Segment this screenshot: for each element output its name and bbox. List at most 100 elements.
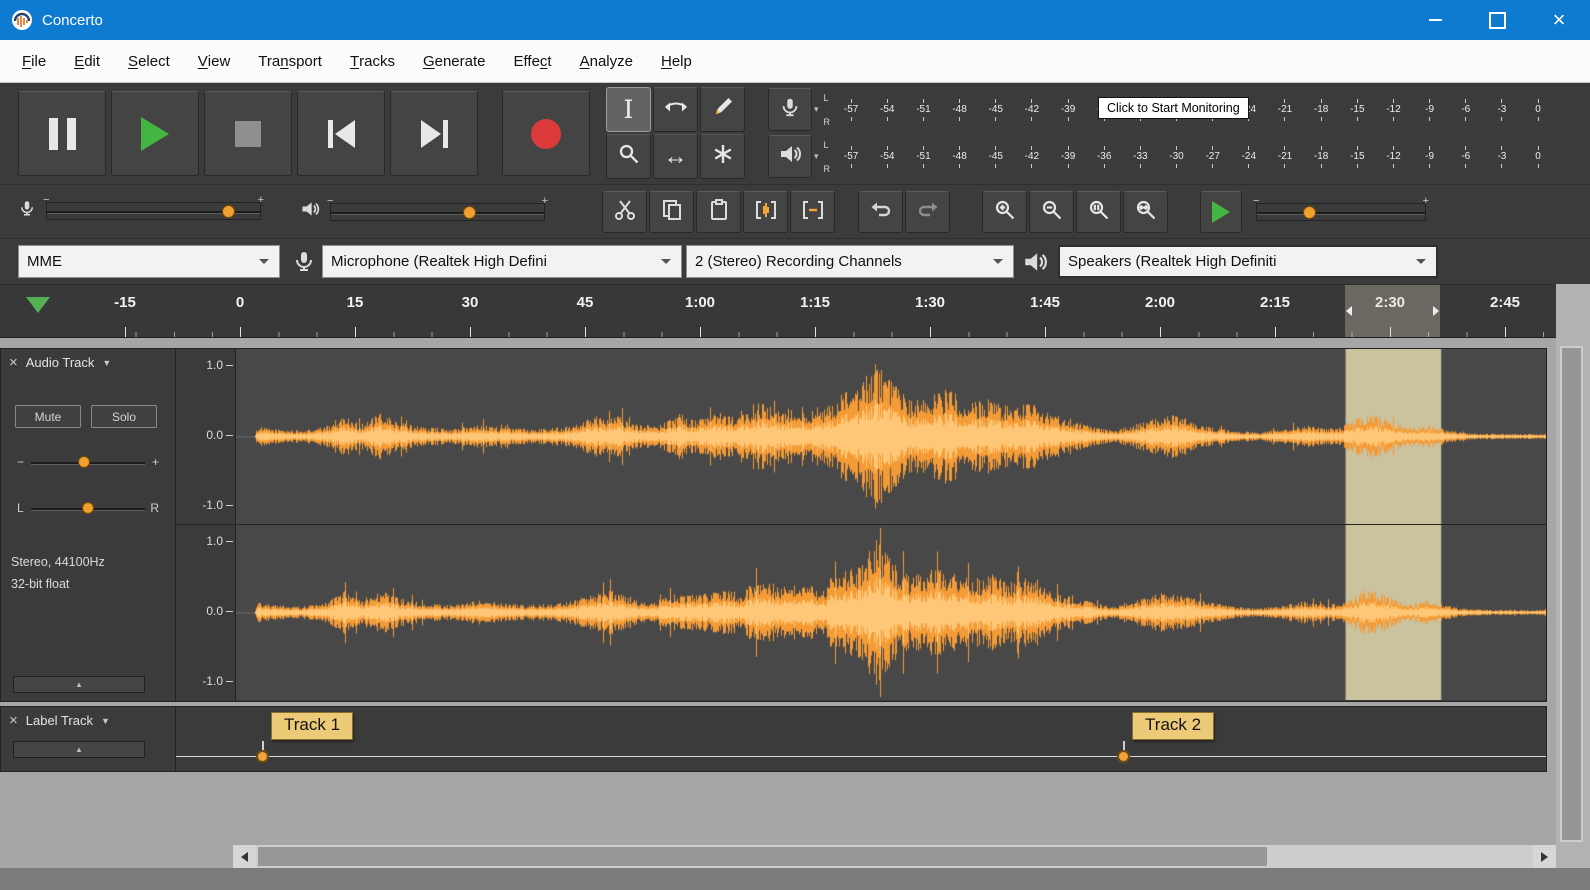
menu-edit[interactable]: Edit [60,40,114,82]
collapse-track-button[interactable]: ▲ [13,741,145,758]
timeshift-tool-button[interactable]: ↔ [653,134,698,179]
slider-handle[interactable] [463,206,476,219]
menu-effect[interactable]: Effect [500,40,566,82]
gain-slider-handle[interactable] [78,456,90,468]
meter-scale-value: -42 [1014,146,1050,168]
recording-volume-slider[interactable]: − + [18,199,261,222]
redo-button[interactable] [905,191,950,233]
menu-transport[interactable]: Transport [244,40,336,82]
audio-track-title[interactable]: Audio Track [26,355,95,370]
horizontal-scrollbar[interactable] [233,845,1556,868]
menu-generate[interactable]: Generate [409,40,500,82]
selection-right-handle-icon[interactable] [1433,306,1439,316]
monitoring-tooltip[interactable]: Click to Start Monitoring [1098,97,1249,119]
playback-volume-slider[interactable]: − + [300,199,545,224]
pan-slider-handle[interactable] [82,502,94,514]
stop-button[interactable] [204,91,292,176]
menu-select[interactable]: Select [114,40,184,82]
play-at-speed-button[interactable] [1200,191,1242,233]
pause-button[interactable] [18,91,106,176]
label-knob-icon[interactable] [1117,750,1130,763]
fit-selection-button[interactable] [1076,191,1121,233]
minimize-button[interactable] [1404,0,1466,40]
menu-help[interactable]: Help [647,40,706,82]
envelope-tool-button[interactable] [653,87,698,132]
menu-file[interactable]: File [8,40,60,82]
channels-combo[interactable]: 2 (Stereo) Recording Channels [686,245,1014,278]
audio-track[interactable]: × Audio Track ▼ Mute Solo − + L R [0,348,1547,702]
mute-button[interactable]: Mute [15,405,81,428]
scroll-right-button[interactable] [1533,845,1556,868]
paste-button[interactable] [696,191,741,233]
ruler-channel-left: 1.00.0-1.0 [176,349,235,524]
gain-slider[interactable]: − + [17,453,159,473]
trim-audio-button[interactable] [743,191,788,233]
multi-tool-button[interactable] [700,134,745,179]
menu-tracks[interactable]: Tracks [336,40,409,82]
label-track-content[interactable]: Track 1 Track 2 [176,707,1546,771]
waveform-channel-right[interactable] [236,525,1546,700]
cut-button[interactable] [602,191,647,233]
meter-channel-labels: L R [821,93,834,127]
solo-button[interactable]: Solo [91,405,157,428]
output-device-combo[interactable]: Speakers (Realtek High Definiti [1058,245,1438,278]
horizontal-scrollbar-thumb[interactable] [258,847,1267,866]
track-canvas[interactable]: × Audio Track ▼ Mute Solo − + L R [0,338,1556,845]
timeline-ruler[interactable]: -1501530451:001:151:301:452:002:152:302:… [0,284,1556,338]
slider-track[interactable]: − + [46,202,261,220]
waveform-channel-left[interactable] [236,349,1546,524]
fit-project-button[interactable] [1123,191,1168,233]
label-chip[interactable]: Track 1 [271,712,353,740]
draw-tool-button[interactable] [700,87,745,132]
scroll-left-button[interactable] [233,845,256,868]
copy-button[interactable] [649,191,694,233]
selection-left-handle-icon[interactable] [1346,306,1352,316]
maximize-button[interactable] [1466,0,1528,40]
timeline-selection[interactable] [1345,285,1441,337]
track-menu-icon[interactable]: ▼ [102,358,111,368]
undo-button[interactable] [858,191,903,233]
menu-analyze[interactable]: Analyze [566,40,647,82]
audio-track-panel[interactable]: × Audio Track ▼ Mute Solo − + L R [1,349,176,701]
collapse-track-button[interactable]: ▲ [13,676,145,693]
play-speed-slider[interactable]: − + [1256,203,1426,221]
playback-meter[interactable]: ▾ L R -57-54-51-48-45-42-39-36-33-30-27-… [768,134,1556,179]
slider-handle[interactable] [222,205,235,218]
slider-handle[interactable] [1303,206,1316,219]
slider-track[interactable]: − + [330,203,545,221]
skip-to-start-button[interactable] [297,91,385,176]
recording-meter-mic-button[interactable] [768,88,812,131]
label-track[interactable]: × Label Track ▼ ▲ Track 1 Track 2 [0,706,1547,772]
vertical-scale-ruler[interactable]: 1.00.0-1.0 1.00.0-1.0 [176,349,236,701]
zoom-in-button[interactable] [982,191,1027,233]
input-device-combo[interactable]: Microphone (Realtek High Defini [322,245,682,278]
close-button[interactable]: × [1528,0,1590,40]
skip-to-end-button[interactable] [390,91,478,176]
pan-slider[interactable]: L R [17,499,159,519]
horizontal-scrollbar-track[interactable] [256,845,1533,868]
play-button[interactable] [111,91,199,176]
silence-audio-button[interactable] [790,191,835,233]
skip-to-end-icon [421,120,448,148]
menu-view[interactable]: View [184,40,245,82]
playback-meter-speaker-button[interactable] [768,135,812,178]
track-menu-icon[interactable]: ▼ [101,716,110,726]
slider-track[interactable]: − + [1256,203,1426,221]
host-combo[interactable]: MME [18,245,280,278]
close-track-icon[interactable]: × [9,713,18,728]
waveform-area[interactable] [236,349,1546,701]
chevron-down-icon[interactable]: ▾ [814,104,819,115]
close-track-icon[interactable]: × [9,355,18,370]
label-knob-icon[interactable] [256,750,269,763]
zoom-out-button[interactable] [1029,191,1074,233]
label-track-title[interactable]: Label Track [26,713,93,728]
label-chip[interactable]: Track 2 [1132,712,1214,740]
vertical-scrollbar-thumb[interactable] [1562,348,1581,840]
vertical-scrollbar[interactable] [1560,346,1583,842]
selection-tool-button[interactable]: I [606,87,651,132]
chevron-down-icon[interactable]: ▾ [814,151,819,162]
chevron-down-icon [993,259,1003,264]
label-track-panel[interactable]: × Label Track ▼ ▲ [1,707,176,771]
zoom-tool-button[interactable] [606,134,651,179]
record-button[interactable] [502,91,590,176]
